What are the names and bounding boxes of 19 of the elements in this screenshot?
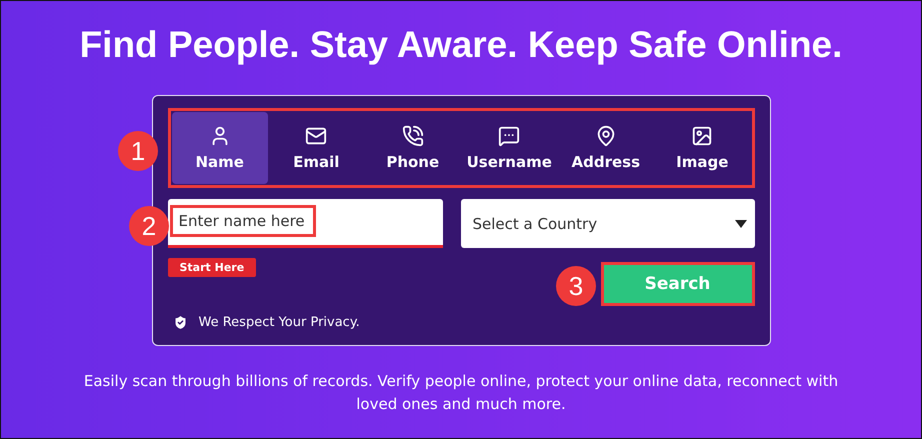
search-tab[interactable]: Name xyxy=(172,112,268,184)
step-marker: 1 xyxy=(118,131,158,171)
privacy-note: We Respect Your Privacy. xyxy=(198,315,360,330)
headline: Find People. Stay Aware. Keep Safe Online. xyxy=(80,23,842,67)
country-select[interactable]: Select a Country xyxy=(460,199,754,248)
description: Easily scan through billions of records. Verify people online, protect your online data, reconnect with loved ones and much more. xyxy=(82,371,840,415)
step-marker: 2 xyxy=(129,206,169,246)
search-tab[interactable]: Image xyxy=(654,112,750,184)
name-field[interactable]: Enter name here xyxy=(168,199,442,248)
search-tab[interactable]: Phone xyxy=(364,112,461,184)
search-tab[interactable]: Email xyxy=(268,112,364,184)
image-icon xyxy=(691,125,714,147)
search-tab[interactable]: Address xyxy=(558,112,654,184)
search-tab[interactable]: Username xyxy=(461,112,558,184)
caret-icon xyxy=(734,220,746,228)
envelope-icon xyxy=(305,125,328,147)
start-here-label: Start Here xyxy=(168,258,256,277)
chat-bubble-icon xyxy=(498,125,520,147)
phone-icon xyxy=(402,125,424,147)
